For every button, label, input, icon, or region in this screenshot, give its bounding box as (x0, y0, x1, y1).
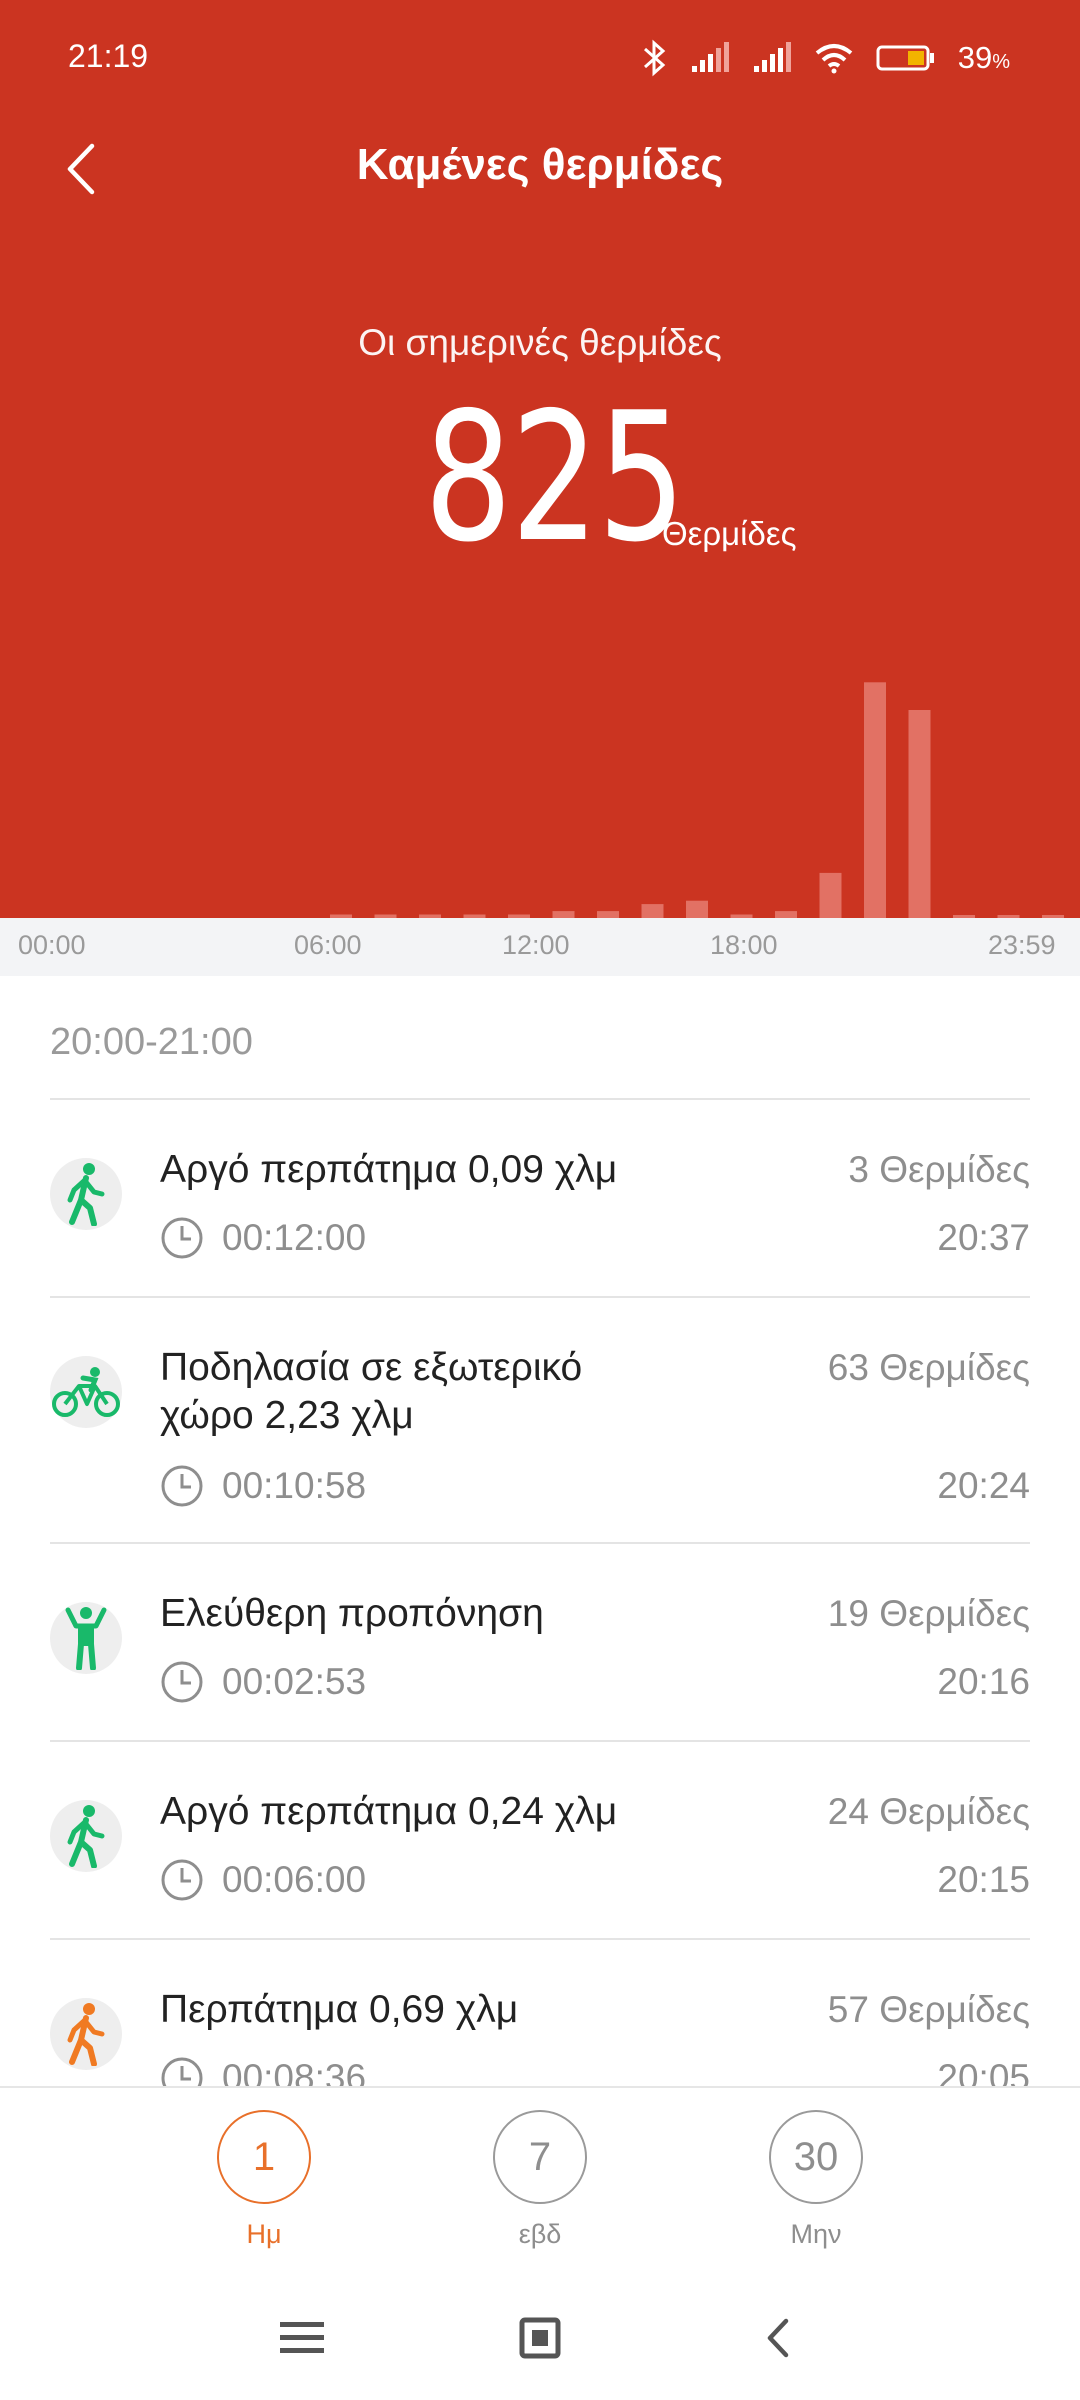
clock-icon (160, 1464, 204, 1508)
battery-value: 39 (957, 40, 993, 75)
activity-row[interactable]: Ελεύθερη προπόνηση 00:02:53 19 Θερμίδες 20:… (0, 1544, 1080, 1742)
activity-time: 20:37 (937, 1217, 1030, 1258)
axis-tick-label: 06:00 (294, 930, 362, 960)
cycling-icon (52, 1367, 120, 1417)
activity-duration: 00:02:53 (222, 1661, 367, 1702)
section-header: 20:00-21:00 (50, 1021, 253, 1063)
back-icon (767, 2318, 789, 2358)
axis-tick-label: 23:59 (988, 930, 1056, 960)
status-bar: 21:19 39% (0, 0, 1080, 120)
activity-calories: 3 Θερμίδες (848, 1149, 1030, 1190)
clock-icon (160, 1660, 204, 1704)
signal-icon (691, 42, 729, 72)
activity-time: 20:05 (937, 2057, 1030, 2086)
chart-bar (775, 911, 797, 918)
page-title: Καμένες θερμίδες (356, 140, 724, 189)
status-icons: 39% (642, 34, 1010, 82)
period-value: 7 (493, 2110, 587, 2204)
activity-calories: 63 Θερμίδες (827, 1347, 1030, 1388)
status-time: 21:19 (68, 38, 149, 74)
chart-bar (597, 911, 619, 918)
activity-row[interactable]: Αργό περπάτημα 0,09 χλμ 00:12:00 3 Θερμίδε… (0, 1100, 1080, 1298)
hourly-calories-chart (330, 682, 1064, 918)
activity-list[interactable]: Αργό περπάτημα 0,09 χλμ 00:12:00 3 Θερμίδε… (0, 1100, 1080, 2086)
chart-bar (908, 710, 931, 918)
period-value: 30 (769, 2110, 863, 2204)
today-calories-unit: Θερμίδες (662, 515, 797, 552)
activity-icon (50, 1998, 122, 2070)
period-option[interactable]: 1 Ημ (194, 2110, 334, 2254)
activity-row[interactable]: Περπάτημα 0,69 χλμ 00:08:36 57 Θερμίδες 20:… (0, 1940, 1080, 2086)
period-label: Μην (790, 2219, 842, 2249)
period-label: εβδ (518, 2219, 562, 2249)
menu-icon (280, 2322, 324, 2353)
axis-tick-label: 12:00 (502, 930, 570, 960)
activity-title: Ποδηλασία σε εξωτερικό χώρο 2,23 χλμ (160, 1346, 583, 1437)
activity-duration: 00:08:36 (222, 2057, 367, 2086)
activity-time: 20:16 (937, 1661, 1030, 1702)
activity-duration: 00:06:00 (222, 1859, 367, 1900)
system-nav-bar (0, 2270, 1080, 2400)
back-nav-button[interactable] (738, 2298, 818, 2378)
activity-time: 20:15 (937, 1859, 1030, 1900)
activity-icon (50, 1800, 122, 1872)
activity-title: Αργό περπάτημα 0,09 χλμ (160, 1148, 618, 1191)
activity-calories: 19 Θερμίδες (827, 1593, 1030, 1634)
clock-icon (160, 1216, 204, 1260)
chart-time-axis: 00:00 06:00 12:00 18:00 23:59 (0, 918, 1080, 976)
chart-bar (686, 900, 708, 918)
battery-unit: % (992, 51, 1010, 73)
activity-calories: 57 Θερμίδες (827, 1989, 1030, 2030)
menu-button[interactable] (262, 2298, 342, 2378)
activity-calories: 24 Θερμίδες (827, 1791, 1030, 1832)
period-option[interactable]: 30 Μην (746, 2110, 886, 2254)
activity-icon (50, 1602, 122, 1674)
period-selector: 1 Ημ 7 εβδ 30 Μην (0, 2086, 1080, 2272)
today-calories-value: 825 (424, 374, 686, 581)
chart-bar (552, 911, 575, 918)
activity-icon (50, 1356, 122, 1428)
walking-icon (67, 1805, 105, 1868)
chart-bar (641, 904, 664, 918)
walking-icon (67, 1163, 105, 1226)
bluetooth-icon (643, 39, 665, 77)
clock-icon (160, 2056, 204, 2086)
chart-bar (819, 872, 842, 918)
signal-icon-2 (753, 42, 791, 72)
period-value: 1 (217, 2110, 311, 2204)
today-label: Οι σημερινές θερμίδες (358, 322, 722, 363)
activity-title: Περπάτημα 0,69 χλμ (160, 1988, 519, 2031)
battery-icon (876, 45, 934, 71)
period-label: Ημ (246, 2219, 282, 2249)
chart-bar (864, 682, 886, 918)
axis-tick-label: 18:00 (710, 930, 778, 960)
battery-level: 39% (958, 40, 1010, 76)
activity-row[interactable]: Ποδηλασία σε εξωτερικό χώρο 2,23 χλμ 00:1… (0, 1298, 1080, 1544)
free-training-icon (65, 1607, 107, 1670)
activity-row[interactable]: Αργό περπάτημα 0,24 χλμ 00:06:00 24 Θερμίδ… (0, 1742, 1080, 1940)
period-option[interactable]: 7 εβδ (470, 2110, 610, 2254)
walking-icon (67, 2003, 105, 2066)
activity-title: Αργό περπάτημα 0,24 χλμ (160, 1790, 618, 1833)
activity-time: 20:24 (937, 1465, 1030, 1506)
hero-header: 21:19 39% Καμένες θερμίδες Οι σημερινές … (0, 0, 1080, 918)
home-icon (519, 2317, 561, 2359)
activity-duration: 00:12:00 (222, 1217, 367, 1258)
clock-icon (160, 1858, 204, 1902)
wifi-icon (815, 44, 852, 74)
activity-icon (50, 1158, 122, 1230)
home-button[interactable] (500, 2298, 580, 2378)
activity-duration: 00:10:58 (222, 1465, 367, 1506)
axis-tick-label: 00:00 (18, 930, 86, 960)
activity-title: Ελεύθερη προπόνηση (160, 1592, 544, 1635)
